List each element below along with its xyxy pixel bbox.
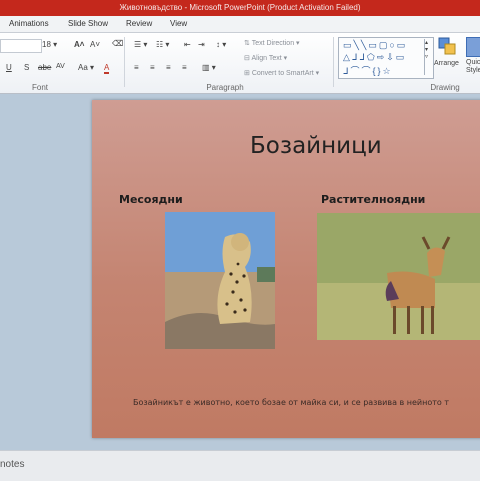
columns-icon[interactable]: ▥ ▾	[202, 63, 216, 72]
deer-photo-svg	[317, 213, 480, 340]
right-column-heading[interactable]: Растителноядни	[321, 193, 425, 206]
align-text-button[interactable]: ⊟ Align Text ▾	[244, 54, 287, 62]
drawing-group-label: Drawing	[430, 83, 460, 92]
arrange-icon-svg	[438, 37, 456, 55]
group-divider	[124, 37, 125, 87]
arrange-label[interactable]: Arrange	[434, 60, 459, 67]
shrink-font-icon[interactable]: A˅	[90, 40, 100, 49]
cheetah-photo-svg	[165, 212, 275, 349]
shapes-row-1: ▭╲╲▭▢○▭	[343, 40, 408, 50]
grow-font-icon[interactable]: A˄	[74, 40, 84, 49]
font-group-label: Font	[31, 83, 48, 92]
tab-slide-show[interactable]: Slide Show	[68, 19, 108, 28]
tab-review[interactable]: Review	[126, 19, 152, 28]
status-bar: notes	[0, 450, 480, 481]
slide-title[interactable]: Бозайници	[250, 133, 382, 159]
font-size-value: 18	[42, 40, 51, 49]
strikethrough-icon[interactable]: abe	[38, 63, 51, 72]
ribbon: 18 ▾ A˄ A˅ ⌫ U S abe AV Aa ▾ A Font ☰ ▾ …	[0, 33, 480, 94]
arrange-icon[interactable]	[438, 37, 456, 55]
change-case-icon[interactable]: Aa ▾	[78, 63, 94, 72]
group-divider	[333, 37, 334, 87]
font-size-box[interactable]: 18 ▾	[42, 40, 57, 49]
text-direction-button[interactable]: ⇅ Text Direction ▾	[244, 39, 300, 47]
align-right-icon[interactable]: ≡	[166, 63, 171, 72]
slide-caption[interactable]: Бозайникът е животно, което бозае от май…	[133, 398, 449, 407]
deer-photo[interactable]	[317, 213, 480, 340]
decrease-indent-icon[interactable]: ⇤	[184, 40, 191, 49]
paragraph-group-label: Paragraph	[206, 83, 244, 92]
left-column-heading[interactable]: Месоядни	[119, 193, 183, 206]
shadow-icon[interactable]: S	[24, 63, 29, 72]
font-name-box[interactable]	[0, 39, 42, 53]
ribbon-tabs: Animations Slide Show Review View	[0, 16, 480, 33]
tab-view[interactable]: View	[170, 19, 187, 28]
gallery-scroll[interactable]: ▴ ▾ ▿	[424, 39, 433, 75]
window-title: Животновъдство - Microsoft PowerPoint (P…	[0, 0, 480, 16]
align-text-label: Align Text	[251, 55, 282, 62]
convert-smartart-button[interactable]: ⊞ Convert to SmartArt ▾	[244, 69, 319, 77]
cheetah-photo[interactable]	[165, 212, 275, 349]
notes-label[interactable]: notes	[0, 459, 24, 470]
char-spacing-icon[interactable]: AV	[56, 63, 65, 70]
clear-format-icon[interactable]: ⌫	[112, 39, 123, 48]
tab-animations[interactable]: Animations	[9, 19, 49, 28]
quick-styles-label[interactable]: Quick Styles	[466, 59, 480, 75]
shapes-row-3: ᒧ⌒⌒{}☆	[343, 66, 393, 76]
text-direction-label: Text Direction	[251, 40, 295, 47]
bullets-icon[interactable]: ☰ ▾	[134, 40, 147, 49]
line-spacing-icon[interactable]: ↕ ▾	[216, 40, 226, 49]
shapes-row-2: △ᒧᒧ⬠⇨⇩▭	[343, 52, 407, 62]
underline-icon[interactable]: U	[6, 63, 12, 72]
justify-icon[interactable]: ≡	[182, 63, 187, 72]
numbering-icon[interactable]: ☷ ▾	[156, 40, 169, 49]
align-left-icon[interactable]: ≡	[134, 63, 139, 72]
align-center-icon[interactable]: ≡	[150, 63, 155, 72]
font-color-icon[interactable]: A	[104, 63, 110, 74]
quick-styles-icon[interactable]	[466, 37, 480, 57]
increase-indent-icon[interactable]: ⇥	[198, 40, 205, 49]
shapes-gallery[interactable]: ▭╲╲▭▢○▭ △ᒧᒧ⬠⇨⇩▭ ᒧ⌒⌒{}☆	[338, 37, 434, 79]
convert-smartart-label: Convert to SmartArt	[251, 70, 314, 77]
